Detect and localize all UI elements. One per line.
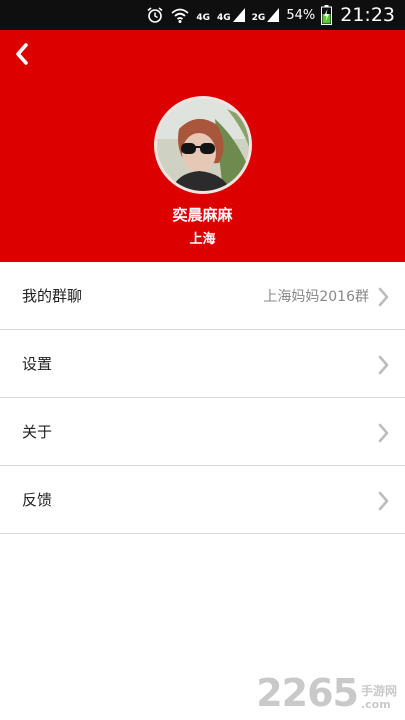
settings-menu: 我的群聊 上海妈妈2016群 设置 关于 反馈 — [0, 262, 405, 534]
battery-charging-icon — [321, 5, 333, 25]
menu-item-label: 反馈 — [22, 491, 53, 509]
net-label-4g-2: 4G — [217, 13, 231, 23]
avatar-photo — [157, 99, 249, 191]
net-label-4g: 4G — [196, 13, 211, 23]
chevron-right-icon — [378, 423, 389, 443]
profile-city: 上海 — [189, 232, 216, 247]
chevron-right-icon — [378, 355, 389, 375]
network-4g-signal: 4G — [196, 7, 211, 23]
profile-name: 奕晨麻麻 — [172, 206, 233, 224]
menu-item-label: 设置 — [22, 355, 53, 373]
clock: 21:23 — [340, 4, 395, 26]
back-button[interactable] — [8, 38, 36, 70]
network-2g-signal: 2G — [252, 7, 281, 23]
menu-item-label: 关于 — [22, 423, 53, 441]
menu-item-about[interactable]: 关于 — [0, 398, 405, 466]
menu-item-label: 我的群聊 — [22, 287, 83, 305]
watermark-digits: 2265 — [256, 671, 359, 715]
chevron-left-icon — [16, 43, 28, 65]
profile-header: 奕晨麻麻 上海 — [0, 30, 405, 262]
signal-icon-2 — [267, 8, 280, 22]
watermark-site-dot: .com — [360, 698, 391, 711]
network-4g-signal-2: 4G — [217, 7, 246, 23]
menu-item-value: 上海妈妈2016群 — [263, 288, 369, 305]
menu-item-feedback[interactable]: 反馈 — [0, 466, 405, 534]
menu-item-group-chat[interactable]: 我的群聊 上海妈妈2016群 — [0, 262, 405, 330]
avatar[interactable] — [154, 96, 252, 194]
chevron-right-icon — [378, 491, 389, 511]
chevron-right-icon — [378, 287, 389, 307]
status-bar: 4G 4G 2G 54% 21:23 — [0, 0, 405, 30]
watermark-logo: 2265 手游网 .com — [256, 674, 397, 712]
watermark-site-cn: 手游网 — [360, 684, 397, 698]
status-icons: 4G 4G 2G 54% 21:23 — [146, 0, 395, 30]
alarm-icon — [146, 6, 164, 24]
wifi-icon — [170, 6, 190, 24]
signal-icon — [232, 8, 245, 22]
net-label-2g: 2G — [251, 13, 266, 23]
watermark-site: 手游网 .com — [361, 684, 397, 712]
battery-percent: 54% — [286, 7, 316, 23]
menu-item-settings[interactable]: 设置 — [0, 330, 405, 398]
